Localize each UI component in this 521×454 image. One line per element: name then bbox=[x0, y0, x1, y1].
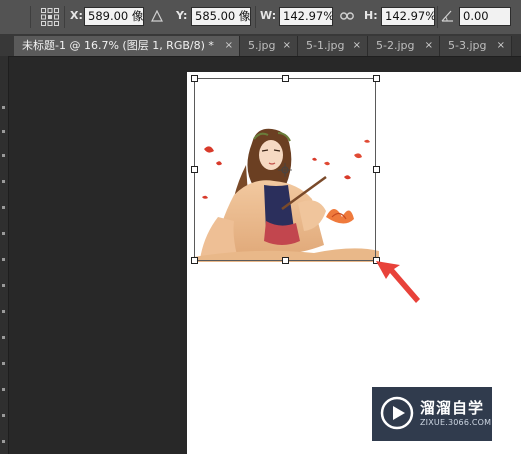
tab-label: 5-1.jpg bbox=[306, 39, 345, 52]
x-label: X: bbox=[70, 9, 83, 22]
tool-icon[interactable] bbox=[2, 206, 5, 209]
close-icon[interactable]: × bbox=[497, 36, 505, 55]
y-label: Y: bbox=[176, 9, 188, 22]
close-icon[interactable]: × bbox=[283, 36, 291, 55]
tool-icon[interactable] bbox=[2, 106, 5, 109]
annotation-arrow-icon bbox=[376, 261, 420, 303]
tool-icon[interactable] bbox=[2, 232, 5, 235]
height-field[interactable]: 142.97% bbox=[381, 7, 435, 26]
w-label: W: bbox=[260, 9, 277, 22]
transform-handle-middle-left[interactable] bbox=[191, 166, 198, 173]
tool-icon[interactable] bbox=[2, 180, 5, 183]
tool-icon[interactable] bbox=[2, 154, 5, 157]
x-position-field[interactable]: 589.00 像 bbox=[84, 7, 144, 26]
tab-label: 5-3.jpg bbox=[448, 39, 487, 52]
transform-handle-bottom-left[interactable] bbox=[191, 257, 198, 264]
tool-icon[interactable] bbox=[2, 362, 5, 365]
tab-label: 5-2.jpg bbox=[376, 39, 415, 52]
h-label: H: bbox=[364, 9, 378, 22]
options-bar: X: 589.00 像 Y: 585.00 像 W: 142.97% H: 14… bbox=[0, 0, 521, 35]
tab-untitled-1[interactable]: 未标题-1 @ 16.7% (图层 1, RGB/8) * × bbox=[14, 36, 240, 56]
tool-icon[interactable] bbox=[2, 388, 5, 391]
rotate-angle-icon bbox=[441, 10, 453, 22]
divider bbox=[30, 6, 31, 28]
tool-icon[interactable] bbox=[2, 440, 5, 443]
reference-point-icon[interactable] bbox=[40, 7, 60, 27]
transform-handle-middle-right[interactable] bbox=[373, 166, 380, 173]
tab-label: 未标题-1 @ 16.7% (图层 1, RGB/8) * bbox=[22, 39, 214, 52]
y-position-field[interactable]: 585.00 像 bbox=[191, 7, 251, 26]
tab-5-2-jpg[interactable]: 5-2.jpg × bbox=[368, 36, 440, 56]
angle-field[interactable]: 0.00 bbox=[459, 7, 511, 26]
close-icon[interactable]: × bbox=[225, 36, 233, 55]
tool-icon[interactable] bbox=[2, 310, 5, 313]
tool-icon[interactable] bbox=[2, 336, 5, 339]
transform-handle-top-right[interactable] bbox=[373, 75, 380, 82]
transform-handle-top-center[interactable] bbox=[282, 75, 289, 82]
tab-5-3-jpg[interactable]: 5-3.jpg × bbox=[440, 36, 512, 56]
divider bbox=[255, 6, 256, 28]
document-tab-bar: 未标题-1 @ 16.7% (图层 1, RGB/8) * × 5.jpg × … bbox=[0, 34, 521, 57]
tab-5-1-jpg[interactable]: 5-1.jpg × bbox=[298, 36, 368, 56]
transform-handle-bottom-center[interactable] bbox=[282, 257, 289, 264]
divider bbox=[437, 6, 438, 28]
watermark-subtitle: ZIXUE.3066.COM bbox=[420, 418, 492, 427]
link-icon[interactable] bbox=[340, 11, 354, 21]
width-field[interactable]: 142.97% bbox=[279, 7, 333, 26]
play-logo-icon bbox=[380, 396, 414, 430]
tool-icon[interactable] bbox=[2, 258, 5, 261]
watermark: 溜溜自学 ZIXUE.3066.COM bbox=[372, 387, 492, 441]
tools-panel bbox=[0, 56, 9, 454]
close-icon[interactable]: × bbox=[425, 36, 433, 55]
transform-handle-top-left[interactable] bbox=[191, 75, 198, 82]
tool-icon[interactable] bbox=[2, 284, 5, 287]
tool-icon[interactable] bbox=[2, 130, 5, 133]
close-icon[interactable]: × bbox=[353, 36, 361, 55]
tool-icon[interactable] bbox=[2, 414, 5, 417]
reference-point-crosshair[interactable] bbox=[278, 163, 292, 177]
relative-position-icon[interactable] bbox=[151, 10, 163, 22]
tab-label: 5.jpg bbox=[248, 39, 276, 52]
tab-5-jpg[interactable]: 5.jpg × bbox=[240, 36, 298, 56]
watermark-title: 溜溜自学 bbox=[420, 399, 485, 417]
divider bbox=[64, 6, 65, 28]
